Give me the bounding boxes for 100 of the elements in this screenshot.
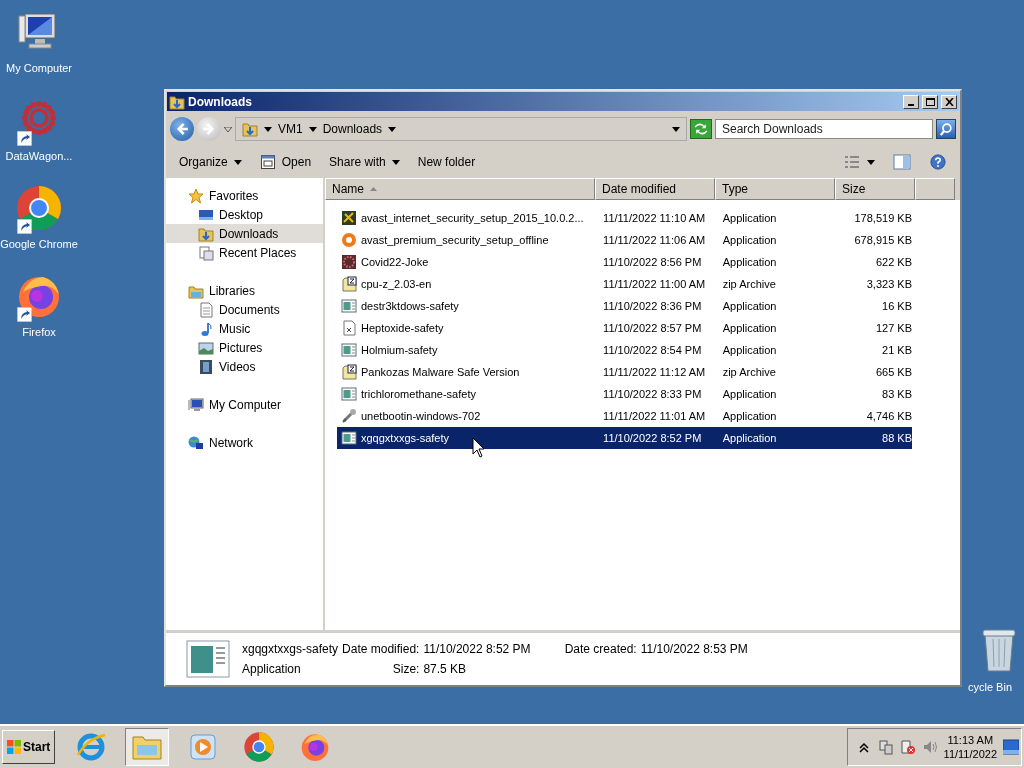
folder-icon xyxy=(169,93,185,110)
application-window-icon xyxy=(341,430,357,446)
file-size: 178,519 KB xyxy=(853,212,912,224)
dropdown-arrow-icon[interactable] xyxy=(672,126,680,132)
caret-icon[interactable] xyxy=(388,126,397,132)
file-date: 11/11/2022 11:00 AM xyxy=(602,278,707,290)
file-type: Application xyxy=(242,662,302,676)
file-row[interactable]: Holmium-safety 11/10/2022 8:54 PM Application 21 KB xyxy=(337,339,912,361)
caret-icon[interactable] xyxy=(391,159,400,165)
file-row[interactable]: destr3ktdows-safety 11/10/2022 8:36 PM Application 16 KB xyxy=(337,295,912,317)
file-row[interactable]: avast_internet_security_setup_2015_10.0.2... 11/11/2022 11:10 AM Application 178,519 KB xyxy=(337,207,912,229)
file-type: Application xyxy=(722,300,778,312)
icon-label[interactable]: Firefox xyxy=(22,326,56,338)
mouse-pointer-icon xyxy=(472,437,486,459)
taskbar-button[interactable] xyxy=(125,728,170,766)
address-bar[interactable]: VM1 Downloads xyxy=(235,117,687,141)
nav-item[interactable]: Videos xyxy=(166,357,323,376)
file-size: 4,746 KB xyxy=(865,410,912,422)
file-name: avast_internet_security_setup_2015_10.0.2... xyxy=(361,212,584,224)
caret-icon[interactable] xyxy=(233,159,242,165)
tool-icon xyxy=(341,408,357,424)
caret-icon[interactable] xyxy=(867,159,875,165)
menu-button[interactable]: Organize xyxy=(172,151,249,173)
nav-item[interactable]: Pictures xyxy=(166,338,323,357)
clock-date[interactable]: 11/11/2022 xyxy=(943,748,997,760)
file-type: Application xyxy=(722,432,778,444)
nav-item[interactable]: Downloads xyxy=(166,224,323,243)
film-icon xyxy=(198,358,214,375)
file-name: xgqgxtxxgs-safety xyxy=(361,432,450,444)
file-type: Application xyxy=(722,388,778,400)
icon-label[interactable]: My Computer xyxy=(6,62,72,74)
file-name: trichloromethane-safety xyxy=(361,388,476,400)
file-type: zip Archive xyxy=(722,278,777,290)
computer-icon xyxy=(188,396,204,413)
column-header[interactable]: Type xyxy=(715,178,835,200)
nav-item[interactable]: Favorites xyxy=(166,186,323,205)
file-row[interactable]: Heptoxide-safety 11/10/2022 8:57 PM Application 127 KB xyxy=(337,317,912,339)
window-icon[interactable] xyxy=(259,154,276,170)
menu-button[interactable]: Share with xyxy=(322,151,407,173)
application-window-icon xyxy=(186,640,230,678)
file-name: cpu-z_2.03-en xyxy=(361,278,432,290)
file-type: zip Archive xyxy=(722,366,777,378)
file-type: Application xyxy=(722,344,778,356)
icon-label[interactable]: Google Chrome xyxy=(0,238,78,250)
chrome-icon xyxy=(243,731,276,763)
chrome-icon[interactable] xyxy=(15,184,63,232)
column-header[interactable]: Size xyxy=(835,178,915,200)
clock-time[interactable]: 11:13 AM xyxy=(947,734,994,746)
music-note-icon xyxy=(198,320,214,337)
file-type: Application xyxy=(722,234,778,246)
file-row[interactable]: Covid22-Joke 11/10/2022 8:56 PM Application 622 KB xyxy=(337,251,912,273)
file-type: Application xyxy=(722,212,778,224)
file-row[interactable]: Pankozas Malware Safe Version 11/11/2022 11:12 AM zip Archive 665 KB xyxy=(337,361,912,383)
start-button[interactable]: Start xyxy=(2,730,56,764)
field-label: Date modified: xyxy=(342,642,420,656)
icon-label[interactable]: DataWagon... xyxy=(5,150,73,162)
network-icon[interactable] xyxy=(877,739,894,755)
nav-item[interactable]: Libraries xyxy=(166,281,323,300)
nav-item[interactable]: My Computer xyxy=(166,395,323,414)
nav-item[interactable]: Recent Places xyxy=(166,243,323,262)
flag-error-icon[interactable] xyxy=(899,739,916,755)
file-size: 83 KB xyxy=(881,388,912,400)
open-button[interactable]: Open xyxy=(252,150,319,174)
file-row[interactable]: unetbootin-windows-702 11/11/2022 11:01 AM Application 4,746 KB xyxy=(337,405,912,427)
help-icon[interactable] xyxy=(929,154,947,170)
file-row[interactable]: xgqgxtxxgs-safety 11/10/2022 8:52 PM Application 88 KB xyxy=(337,427,912,449)
file-name: destr3ktdows-safety xyxy=(361,300,459,312)
installer-icon xyxy=(341,210,357,226)
breadcrumb[interactable]: VM1 xyxy=(278,122,303,136)
column-header[interactable]: Name xyxy=(325,178,595,200)
caret-icon[interactable] xyxy=(264,126,272,132)
nav-item[interactable]: Documents xyxy=(166,300,323,319)
file-date: 11/10/2022 8:33 PM xyxy=(602,388,703,400)
file-size: 622 KB xyxy=(874,256,912,268)
nav-item[interactable]: Network xyxy=(166,433,323,452)
file-size: 3,323 KB xyxy=(865,278,912,290)
caret-icon[interactable] xyxy=(308,126,317,132)
nav-item[interactable]: Music xyxy=(166,319,323,338)
file-size: 678,915 KB xyxy=(853,234,912,246)
window-title: Downloads xyxy=(188,94,253,109)
icon-label[interactable]: cycle Bin xyxy=(968,681,1012,693)
search-field[interactable]: Search Downloads xyxy=(715,119,933,139)
file-name: Holmium-safety xyxy=(361,344,438,356)
file-size: 16 KB xyxy=(881,300,912,312)
file-name: Covid22-Joke xyxy=(361,256,429,268)
column-header[interactable]: Date modified xyxy=(595,178,715,200)
show-desktop-icon[interactable] xyxy=(1003,739,1019,755)
breadcrumb[interactable]: Downloads xyxy=(322,122,383,136)
file-name: Heptoxide-safety xyxy=(361,322,444,334)
folder-icon xyxy=(198,225,214,242)
file-size: 127 KB xyxy=(874,322,912,334)
file-size: 665 KB xyxy=(874,366,912,378)
field-label: Date created: xyxy=(563,642,637,656)
file-row[interactable]: trichloromethane-safety 11/10/2022 8:33 PM Application 83 KB xyxy=(337,383,912,405)
virus-icon xyxy=(341,254,357,270)
file-date: 11/10/2022 8:56 PM xyxy=(602,256,703,268)
toolbar-button[interactable]: New folder xyxy=(410,151,483,173)
file-row[interactable]: cpu-z_2.03-en 11/11/2022 11:00 AM zip Archive 3,323 KB xyxy=(337,273,912,295)
nav-item[interactable]: Desktop xyxy=(166,205,323,224)
file-row[interactable]: avast_premium_security_setup_offline 11/11/2022 11:06 AM Application 678,915 KB xyxy=(337,229,912,251)
